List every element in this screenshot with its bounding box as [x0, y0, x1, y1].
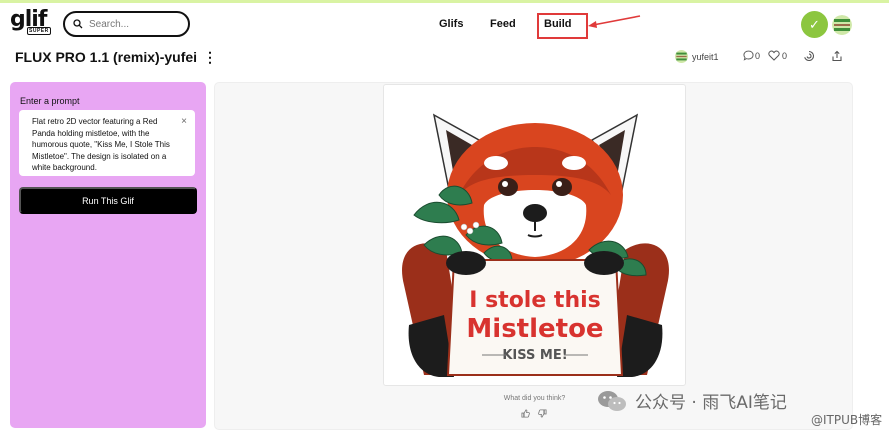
status-check-button[interactable]: ✓: [801, 11, 828, 38]
prompt-text: Flat retro 2D vector featuring a Red Pan…: [32, 117, 170, 172]
heart-icon: [768, 50, 780, 61]
sign-line-3: KISS ME!: [502, 348, 567, 363]
nav-feed[interactable]: Feed: [490, 18, 516, 30]
check-icon: ✓: [809, 16, 820, 32]
share-icon: [832, 50, 842, 62]
author-name: yufeit1: [692, 51, 719, 62]
remix-button[interactable]: [803, 50, 815, 62]
author-info[interactable]: yufeit1: [675, 50, 719, 63]
nav-glifs[interactable]: Glifs: [439, 18, 463, 30]
clear-prompt-icon[interactable]: ×: [181, 116, 187, 128]
avatar-pattern-icon: [832, 15, 852, 35]
comments-count: 0: [755, 50, 761, 61]
wechat-icon: [598, 390, 626, 411]
more-options-icon[interactable]: ⋮: [203, 49, 217, 66]
author-avatar-icon: [675, 50, 688, 63]
sign-line-1: I stole this: [469, 288, 601, 313]
thumbs-down-icon[interactable]: [538, 409, 547, 420]
prompt-label: Enter a prompt: [20, 96, 80, 106]
thumbs-up-icon[interactable]: [521, 409, 530, 420]
output-area: I stole this Mistletoe KISS ME! What did…: [214, 82, 853, 430]
search-input[interactable]: [89, 18, 179, 30]
remix-icon: [804, 50, 815, 61]
page-title: FLUX PRO 1.1 (remix)-yufei: [15, 49, 198, 65]
wechat-account-text: 公众号 · 雨飞AI笔记: [635, 393, 787, 413]
itpub-watermark: @ITPUB博客: [811, 413, 883, 427]
user-avatar[interactable]: [832, 15, 852, 35]
run-glif-button[interactable]: Run This Glif: [19, 187, 197, 214]
glif-title-bar: FLUX PRO 1.1 (remix)-yufei ⋮: [15, 47, 217, 67]
share-button[interactable]: [831, 50, 843, 62]
logo-badge: SUPER: [27, 27, 51, 35]
glif-logo[interactable]: glif SUPER: [10, 9, 54, 41]
red-panda-illustration: I stole this Mistletoe KISS ME!: [402, 113, 669, 377]
search-icon: [73, 19, 83, 29]
likes-counter[interactable]: 0: [768, 50, 787, 61]
top-nav-bar: glif SUPER Glifs Feed Build ✓: [0, 3, 889, 45]
search-box[interactable]: [63, 11, 190, 37]
build-highlight-box: [537, 13, 588, 39]
wechat-watermark: 公众号 · 雨飞AI笔记: [597, 388, 787, 413]
likes-count: 0: [782, 50, 788, 61]
generated-image[interactable]: I stole this Mistletoe KISS ME!: [383, 84, 686, 386]
prompt-panel: Enter a prompt Flat retro 2D vector feat…: [10, 82, 206, 428]
annotation-arrow: [588, 15, 641, 28]
sign-line-2: Mistletoe: [466, 314, 603, 344]
comments-counter[interactable]: 0: [743, 50, 760, 61]
comment-icon: [743, 50, 754, 61]
prompt-textarea[interactable]: Flat retro 2D vector featuring a Red Pan…: [19, 110, 195, 176]
